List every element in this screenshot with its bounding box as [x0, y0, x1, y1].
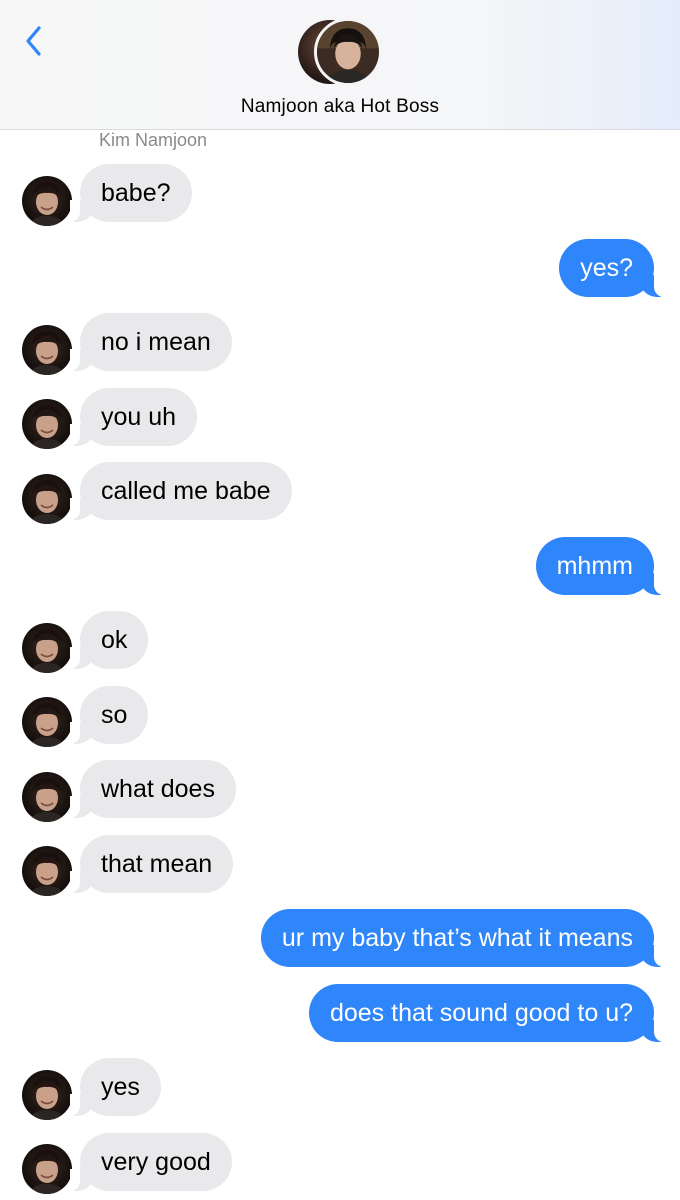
incoming-message-bubble[interactable]: very good [70, 1133, 232, 1191]
outgoing-message-bubble[interactable]: does that sound good to u? [308, 984, 665, 1042]
avatar[interactable] [22, 1070, 72, 1120]
message-row: yes [70, 1058, 161, 1116]
avatar[interactable] [22, 325, 72, 375]
incoming-message-bubble[interactable]: what does [70, 760, 236, 818]
avatar[interactable] [22, 176, 72, 226]
avatar[interactable] [22, 474, 72, 524]
contact-name[interactable]: Namjoon aka Hot Boss [0, 96, 680, 118]
chevron-left-icon [26, 26, 41, 56]
incoming-message-bubble[interactable]: babe? [70, 164, 192, 222]
incoming-message-bubble[interactable]: no i mean [70, 313, 232, 371]
message-row: does that sound good to u? [308, 984, 665, 1042]
avatar[interactable] [22, 772, 72, 822]
outgoing-message-bubble[interactable]: ur my baby that’s what it means [260, 909, 665, 967]
incoming-message-bubble[interactable]: you uh [69, 388, 198, 446]
message-row: yes? [559, 239, 664, 297]
avatar[interactable] [22, 1144, 72, 1194]
outgoing-message-bubble[interactable]: mhmm [535, 537, 665, 595]
message-row: so [69, 686, 149, 744]
message-row: what does [70, 760, 236, 818]
back-button[interactable] [18, 22, 48, 60]
sender-label: Kim Namjoon [99, 130, 208, 150]
message-row: ur my baby that’s what it means [260, 909, 665, 967]
message-row: that mean [69, 835, 234, 893]
outgoing-message-bubble[interactable]: yes? [559, 239, 664, 297]
message-row: babe? [70, 164, 192, 222]
avatar[interactable] [22, 399, 72, 449]
avatar[interactable] [22, 623, 72, 673]
message-row: no i mean [70, 313, 232, 371]
message-row: ok [69, 611, 149, 669]
message-row: you uh [69, 388, 198, 446]
avatar [314, 18, 382, 86]
avatar[interactable] [22, 697, 72, 747]
incoming-message-bubble[interactable]: so [69, 686, 149, 744]
incoming-message-bubble[interactable]: ok [69, 611, 149, 669]
conversation-header: Namjoon aka Hot Boss [0, 0, 680, 130]
contact-avatar-group[interactable] [298, 18, 384, 86]
message-row: called me babe [70, 462, 292, 520]
message-row: mhmm [535, 537, 665, 595]
incoming-message-bubble[interactable]: that mean [69, 835, 234, 893]
incoming-message-bubble[interactable]: called me babe [70, 462, 292, 520]
avatar[interactable] [22, 846, 72, 896]
incoming-message-bubble[interactable]: yes [70, 1058, 161, 1116]
message-row: very good [70, 1133, 232, 1191]
